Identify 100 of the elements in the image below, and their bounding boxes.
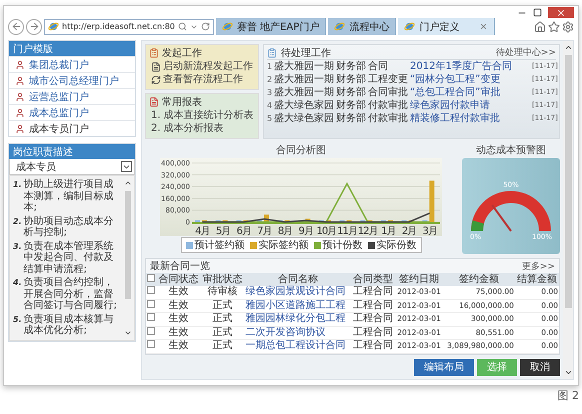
project-text: 盛大绿色家园: [274, 99, 334, 112]
report-link[interactable]: 2. 成本分析报表: [151, 122, 224, 135]
table-cell: 正式: [200, 312, 244, 326]
clipboard-icon: [149, 48, 159, 58]
panel-title: 岗位职责描述: [9, 144, 135, 159]
dept-text: 财务部: [336, 112, 366, 125]
contract-link[interactable]: 雅园小区道路施工工程: [245, 300, 346, 310]
checkbox[interactable]: [147, 313, 156, 321]
person-icon: [15, 124, 25, 134]
table-cell: 待审核: [200, 286, 244, 299]
x-tick-label: 6月: [236, 226, 251, 237]
address-bar[interactable]: http://erp.ideasoft.net.cn:80: [44, 18, 214, 34]
table-cell: 生效: [156, 312, 200, 326]
item-number: 2.: [13, 216, 22, 228]
browser-logo-icon: [48, 21, 59, 32]
card-title: 待处理工作: [281, 46, 331, 60]
browser-tab[interactable]: 赛普 地产EAP门户: [216, 18, 326, 35]
refresh-icon[interactable]: [200, 22, 210, 31]
refresh-icon: [151, 74, 161, 84]
project-text: 盛大绿色家园: [274, 112, 334, 125]
x-tick-label: 2月: [402, 226, 416, 237]
x-tick-label: 4月: [195, 226, 210, 237]
bar: [429, 180, 434, 222]
action-button[interactable]: 编辑布局: [414, 358, 474, 376]
more-link[interactable]: 待处理中心>>: [496, 46, 556, 59]
row-number: 4: [267, 100, 272, 112]
browser-tab[interactable]: 门户定义: [398, 18, 496, 35]
column-header: 签约金额: [442, 273, 515, 286]
action-button[interactable]: 取消: [520, 358, 560, 376]
close-tab-icon[interactable]: [479, 22, 488, 31]
close-button[interactable]: [548, 7, 574, 18]
scroll-up-icon[interactable]: [124, 179, 132, 187]
contract-link[interactable]: 一期总包工程设计合同: [245, 340, 346, 351]
table-cell: 工程合同: [351, 299, 396, 312]
template-link[interactable]: 成本专员门户: [9, 120, 135, 136]
card-title: 常用报表: [162, 96, 202, 109]
contract-link[interactable]: 二次开发咨询协议: [245, 326, 326, 338]
task-link[interactable]: 2012年1季度广告合同: [410, 60, 530, 73]
column-header: 签约日期: [395, 273, 443, 286]
task-link[interactable]: 绿色家园付款申请: [410, 99, 530, 112]
person-icon: [15, 60, 25, 70]
report-icon: [149, 97, 159, 107]
star-icon[interactable]: [548, 20, 560, 32]
card-title: 最新合同一览: [150, 260, 210, 273]
scrollbar[interactable]: [563, 41, 573, 378]
column-header: 合同类型: [351, 273, 396, 286]
task-link[interactable]: “园林分包工程”变更: [410, 73, 530, 86]
maximize-icon[interactable]: [533, 8, 542, 17]
report-link[interactable]: 1. 成本直接统计分析表: [151, 109, 254, 122]
column-header: 合同状态: [156, 273, 200, 286]
x-tick-label: 9月: [298, 226, 313, 237]
more-link[interactable]: 更多>>: [522, 260, 555, 272]
project-text: 盛大雅园一期: [274, 60, 334, 73]
type-text: 付款审批: [368, 99, 408, 112]
browser-tab[interactable]: 流程中心: [328, 18, 396, 35]
contract-link[interactable]: 雅园园林绿化分包工程: [245, 313, 346, 324]
x-tick-label: 3月: [422, 226, 437, 237]
person-icon: [15, 92, 25, 102]
project-text: 盛大雅园一期: [274, 73, 334, 86]
scrollbar[interactable]: [124, 179, 132, 336]
browser-logo-icon: [334, 21, 346, 32]
list-icon: [267, 48, 277, 58]
home-icon[interactable]: [534, 20, 546, 32]
dropdown-icon[interactable]: [121, 161, 132, 172]
task-link[interactable]: 精装修工程付款审批: [410, 112, 530, 125]
close-icon[interactable]: [556, 8, 566, 18]
x-tick-label: 11月: [337, 226, 357, 237]
search-icon[interactable]: [178, 22, 187, 31]
table-cell: 生效: [156, 299, 200, 312]
duty-text: 协助项目动态成本分析与控制;: [24, 216, 115, 238]
item-number: 5.: [13, 314, 22, 326]
chart-title: 合同分析图: [276, 144, 326, 157]
checkbox[interactable]: [147, 274, 156, 282]
work-link[interactable]: 查看暂存流程工作: [163, 73, 243, 86]
type-text: 合同审批: [368, 86, 408, 99]
template-link[interactable]: 成本总监门户: [9, 104, 135, 120]
column-header: 合同名称: [244, 273, 352, 286]
contract-link[interactable]: 绿色家园景观设计合同: [245, 286, 346, 297]
legend-swatch: [368, 242, 374, 248]
table-cell: 生效: [156, 286, 200, 299]
template-link[interactable]: 运营总监门户: [9, 88, 135, 104]
settings-icon[interactable]: [562, 20, 574, 32]
task-link[interactable]: “总包工程合同”审批: [410, 86, 530, 99]
dept-text: 财务部: [336, 99, 366, 112]
checkbox[interactable]: [147, 286, 156, 294]
scroll-up-icon[interactable]: [564, 43, 572, 52]
legend-swatch: [314, 242, 320, 248]
table-cell: 工程合同: [351, 286, 396, 299]
x-tick-label: 8月: [278, 226, 292, 237]
column-header: 结算金额: [514, 273, 559, 286]
template-link[interactable]: 城市公司总经理门户: [9, 72, 135, 88]
table-cell: 正式: [200, 326, 244, 340]
table-cell: 生效: [156, 326, 200, 340]
item-number: 1.: [13, 179, 22, 191]
checkbox[interactable]: [147, 340, 156, 348]
template-link[interactable]: 集团总裁门户: [9, 56, 135, 72]
x-tick-label: 1月: [381, 226, 396, 237]
document-icon: [151, 62, 161, 72]
table-cell: 生效: [156, 340, 200, 353]
work-link[interactable]: 启动新流程发起工作: [163, 60, 253, 73]
